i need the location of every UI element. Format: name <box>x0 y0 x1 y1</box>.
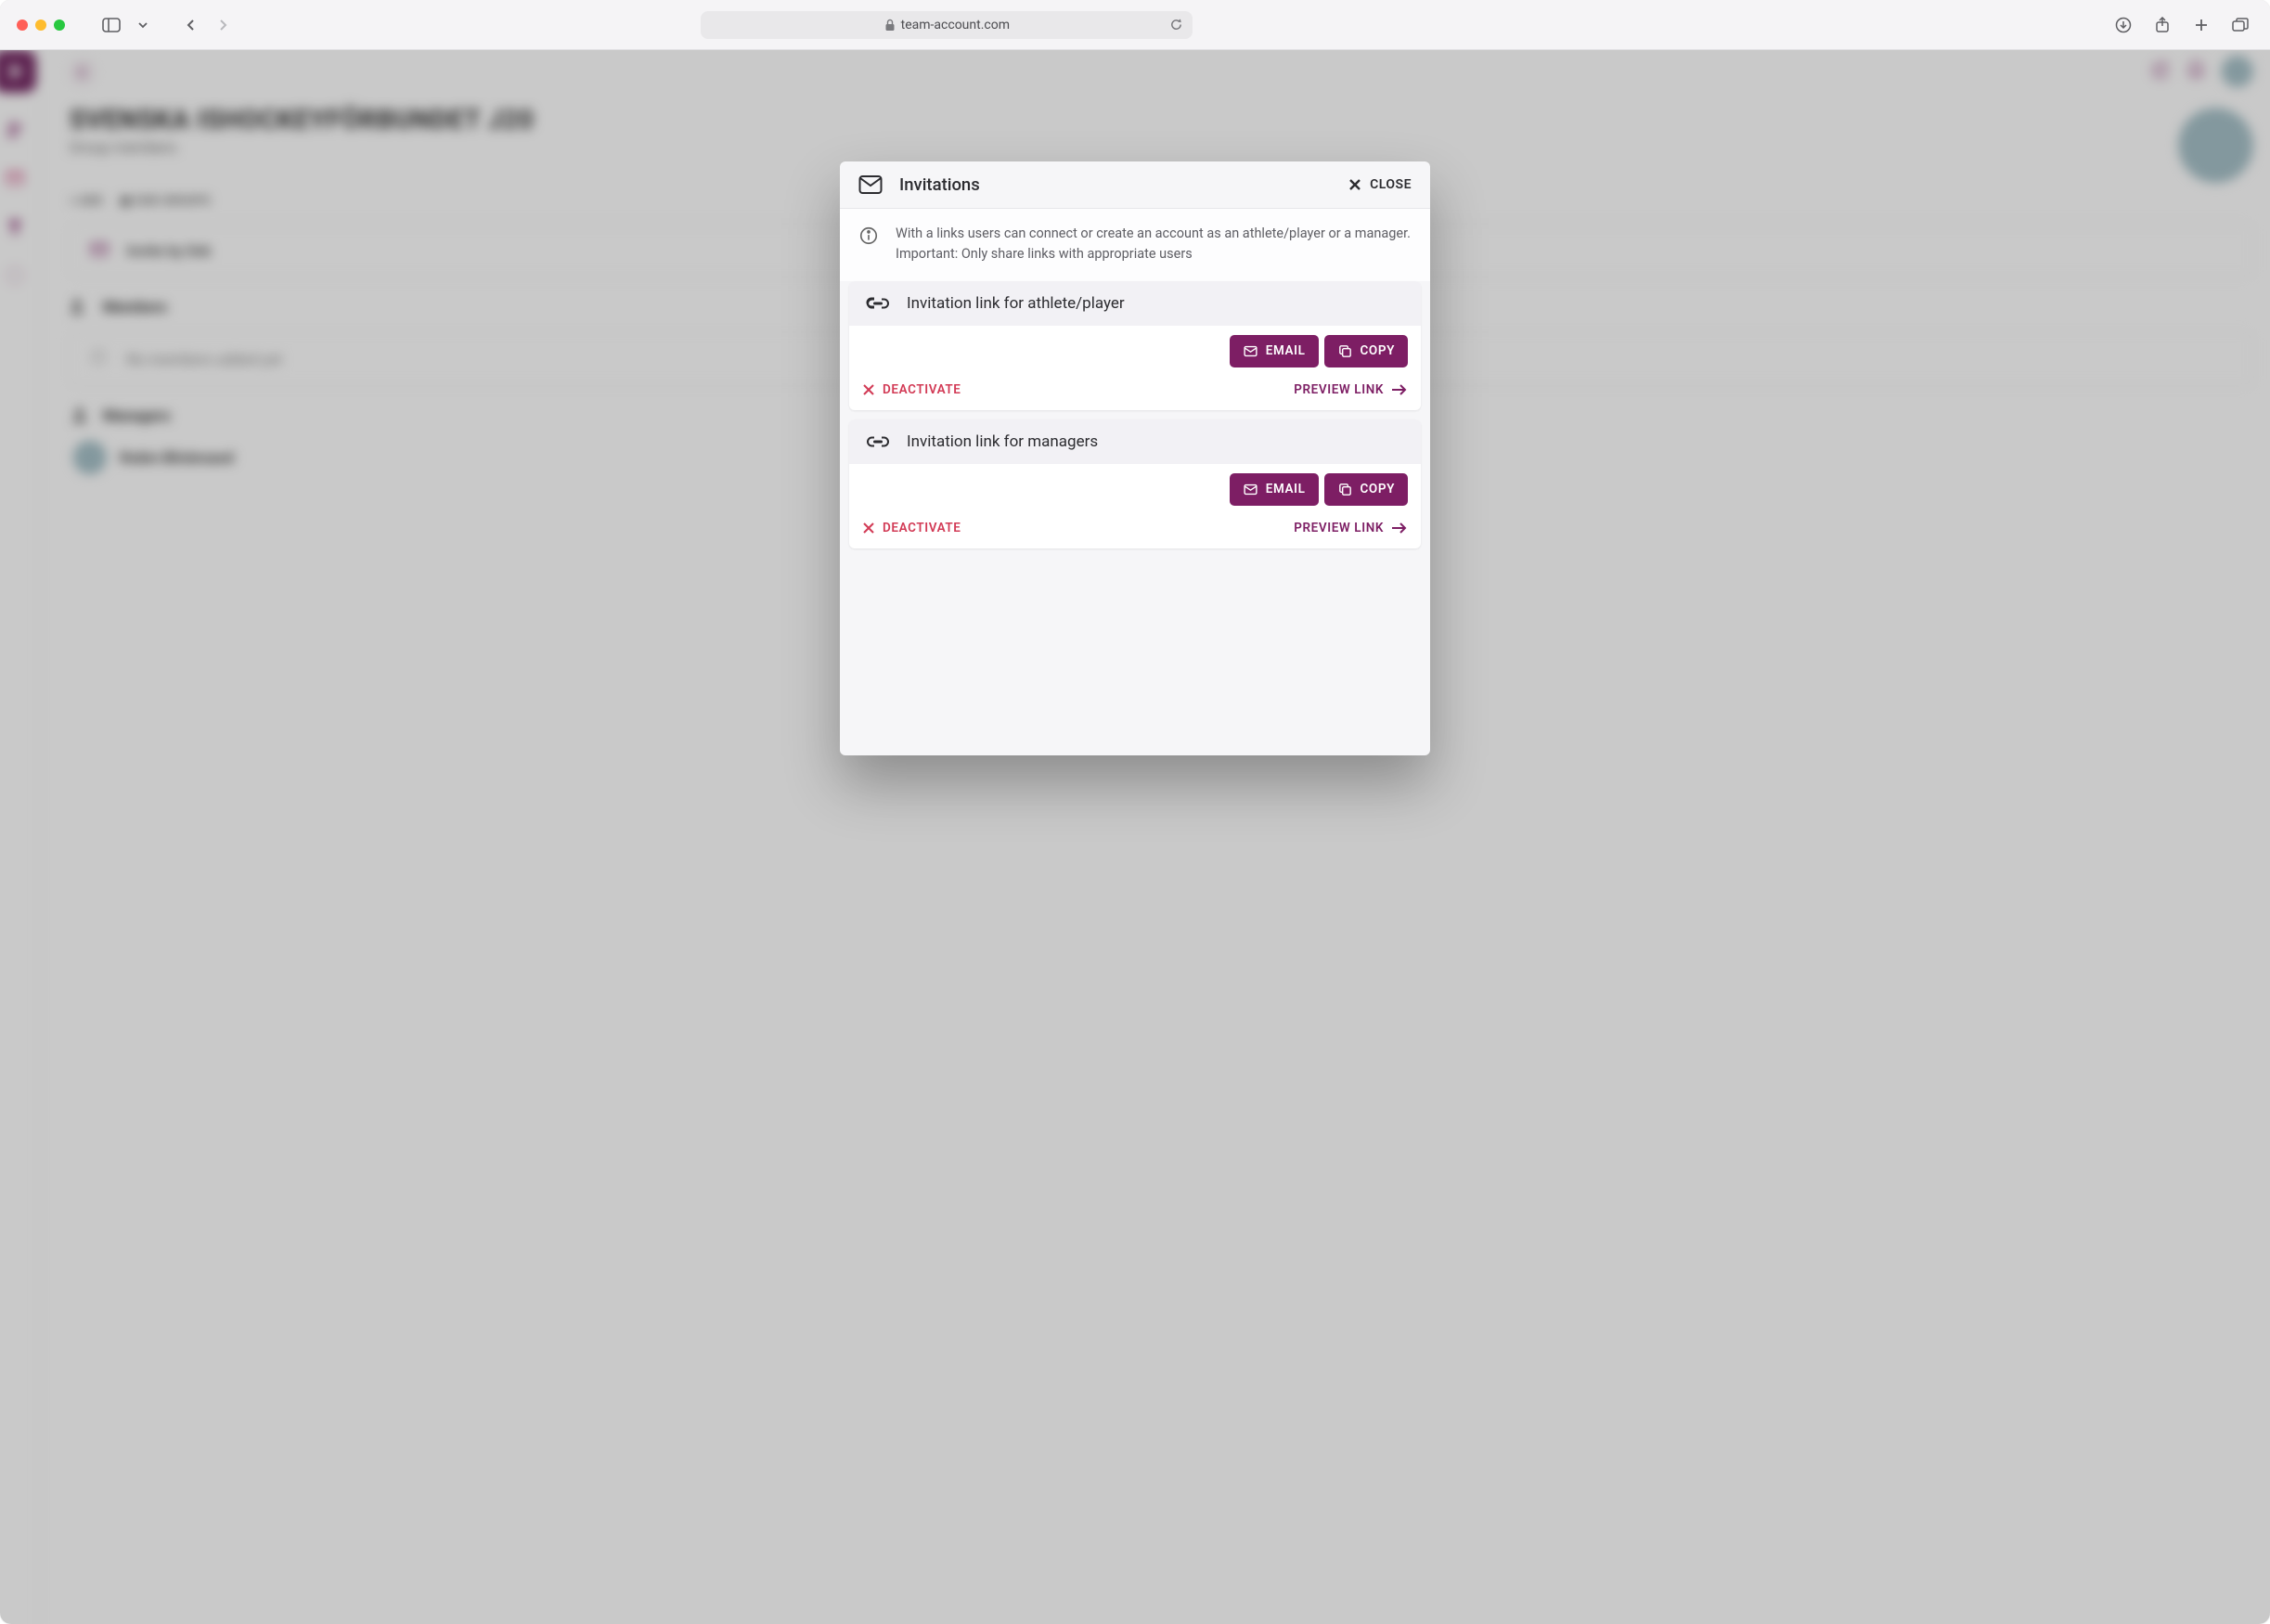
invite-card-header: Invitation link for managers <box>849 419 1421 464</box>
url-host: team-account.com <box>901 18 1010 32</box>
app-viewport: SVENSKA ISHOCKEYFÖRBUNDET J20 Group memb… <box>0 50 2270 1624</box>
window-minimize[interactable] <box>35 19 46 31</box>
link-icon <box>866 296 890 311</box>
browser-window: team-account.com <box>0 0 2270 1624</box>
email-button[interactable]: EMAIL <box>1230 335 1319 367</box>
preview-link-button[interactable]: PREVIEW LINK <box>1294 382 1408 397</box>
deactivate-button[interactable]: DEACTIVATE <box>862 382 961 397</box>
modal-header: Invitations CLOSE <box>840 161 1430 209</box>
modal-title: Invitations <box>899 174 980 195</box>
mail-icon <box>858 174 883 195</box>
tab-menu-chevron[interactable] <box>130 12 156 38</box>
window-close[interactable] <box>17 19 28 31</box>
invite-card-athlete: Invitation link for athlete/player EMAIL… <box>849 281 1421 410</box>
copy-button[interactable]: COPY <box>1324 335 1409 367</box>
close-icon <box>1348 177 1362 192</box>
copy-button[interactable]: COPY <box>1324 473 1409 506</box>
invitations-modal: Invitations CLOSE With a links users can… <box>840 161 1430 755</box>
lock-icon <box>884 19 896 32</box>
browser-titlebar: team-account.com <box>0 0 2270 50</box>
sidebar-toggle-button[interactable] <box>98 12 124 38</box>
invite-card-managers: Invitation link for managers EMAIL COPY <box>849 419 1421 548</box>
url-bar[interactable]: team-account.com <box>701 11 1193 39</box>
link-icon <box>866 434 890 449</box>
window-controls <box>17 19 65 31</box>
nav-back-button[interactable] <box>178 12 204 38</box>
nav-forward-button[interactable] <box>210 12 236 38</box>
invite-card-title: Invitation link for athlete/player <box>907 294 1125 313</box>
email-button[interactable]: EMAIL <box>1230 473 1319 506</box>
deactivate-button[interactable]: DEACTIVATE <box>862 521 961 535</box>
preview-link-button[interactable]: PREVIEW LINK <box>1294 521 1408 535</box>
close-label: CLOSE <box>1370 177 1412 192</box>
info-icon <box>858 226 879 264</box>
modal-info-text: With a links users can connect or create… <box>896 224 1412 264</box>
window-zoom[interactable] <box>54 19 65 31</box>
invite-card-title: Invitation link for managers <box>907 432 1098 451</box>
reload-icon[interactable] <box>1169 18 1183 32</box>
invite-card-header: Invitation link for athlete/player <box>849 281 1421 326</box>
new-tab-button[interactable] <box>2188 12 2214 38</box>
close-button[interactable]: CLOSE <box>1348 177 1412 192</box>
share-button[interactable] <box>2149 12 2175 38</box>
modal-info: With a links users can connect or create… <box>840 209 1430 281</box>
tabs-overview-button[interactable] <box>2227 12 2253 38</box>
modal-overlay[interactable]: Invitations CLOSE With a links users can… <box>0 50 2270 1624</box>
downloads-button[interactable] <box>2110 12 2136 38</box>
